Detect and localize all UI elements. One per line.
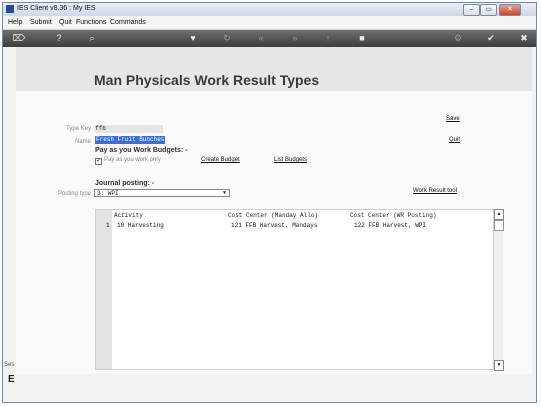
create-budget-link[interactable]: Create Budget bbox=[201, 157, 240, 163]
favorite-icon[interactable]: ♥ bbox=[186, 32, 200, 45]
window-title: IES Client v8.36 : My IES bbox=[17, 5, 96, 12]
journal-heading: Journal posting: - bbox=[95, 180, 155, 187]
menu-bar: Help Submit Quit Functions Commands bbox=[3, 17, 536, 30]
scroll-thumb[interactable] bbox=[494, 220, 504, 231]
grid-scrollbar[interactable]: ▲ ▼ bbox=[494, 209, 504, 371]
scroll-down-icon[interactable]: ▼ bbox=[494, 360, 504, 371]
close-window-button[interactable]: ✕ bbox=[499, 4, 521, 16]
upload-icon[interactable]: ↑ bbox=[321, 32, 335, 45]
activity-grid: Activity Cost Center (Manday Allo) Cost … bbox=[95, 209, 494, 370]
scroll-up-icon[interactable]: ▲ bbox=[494, 209, 504, 220]
title-bar: IES Client v8.36 : My IES – ▭ ✕ bbox=[3, 3, 536, 16]
budgets-heading: Pay as you Work Budgets: - bbox=[95, 147, 188, 154]
name-field[interactable]: Fresh Fruit Bunches bbox=[95, 136, 166, 144]
menu-submit[interactable]: Submit bbox=[30, 19, 52, 26]
name-label: Name bbox=[74, 139, 91, 145]
key-icon[interactable]: ⌦ bbox=[9, 32, 29, 45]
posting-type-value: 3: WPI bbox=[97, 190, 119, 197]
quit-link[interactable]: Quit bbox=[449, 137, 460, 143]
menu-help[interactable]: Help bbox=[8, 19, 22, 26]
column-header-cc-manday[interactable]: Cost Center (Manday Allo) bbox=[228, 212, 318, 219]
cell-cc-wr[interactable]: 122 FFB Harvest, WPI bbox=[354, 222, 426, 229]
save-link[interactable]: Save bbox=[446, 116, 460, 122]
type-key-label: Type Key bbox=[65, 126, 91, 132]
forward-icon[interactable]: » bbox=[288, 32, 302, 45]
toolbar-close-icon[interactable]: ✖ bbox=[517, 32, 531, 45]
cell-cc-manday[interactable]: 121 FFB Harvest, Mandays bbox=[231, 222, 317, 229]
posting-type-label: Posting type bbox=[57, 191, 91, 197]
row-number: 1 bbox=[106, 222, 110, 229]
pay-as-you-work-label: Pay as you work only bbox=[104, 157, 161, 163]
chevron-down-icon[interactable]: ▼ bbox=[221, 190, 228, 196]
side-strip-letter: E bbox=[8, 374, 15, 385]
type-key-field[interactable]: ffb bbox=[95, 125, 163, 133]
rewind-icon[interactable]: « bbox=[254, 32, 268, 45]
page-title: Man Physicals Work Result Types bbox=[94, 72, 320, 88]
side-strip-label: Ses bbox=[4, 362, 15, 368]
menu-functions[interactable]: Functions bbox=[76, 19, 106, 26]
search-icon[interactable]: ⌕ bbox=[85, 32, 99, 45]
minimize-button[interactable]: – bbox=[463, 4, 480, 16]
toolbar: ⌦ ? ⌕ ♥ ↻ « » ↑ ■ ⚙ ✔ ✖ bbox=[3, 30, 536, 47]
row-number-column bbox=[96, 210, 112, 369]
menu-commands[interactable]: Commands bbox=[110, 19, 146, 26]
settings-icon[interactable]: ⚙ bbox=[451, 32, 465, 45]
work-result-tool-link[interactable]: Work Result tool bbox=[413, 188, 457, 194]
help-icon[interactable]: ? bbox=[52, 32, 66, 45]
cell-activity[interactable]: 10 Harvesting bbox=[117, 222, 164, 229]
column-header-cc-wr[interactable]: Cost Center (WR Posting) bbox=[350, 212, 436, 219]
app-icon bbox=[6, 5, 14, 13]
stop-icon[interactable]: ■ bbox=[355, 32, 369, 45]
menu-quit[interactable]: Quit bbox=[59, 19, 72, 26]
refresh-icon[interactable]: ↻ bbox=[220, 32, 234, 45]
maximize-button[interactable]: ▭ bbox=[480, 4, 497, 16]
column-header-activity[interactable]: Activity bbox=[114, 212, 143, 219]
confirm-icon[interactable]: ✔ bbox=[484, 32, 498, 45]
pay-as-you-work-checkbox[interactable]: ✔ bbox=[95, 158, 102, 165]
list-budgets-link[interactable]: List Budgets bbox=[274, 157, 307, 163]
posting-type-select[interactable]: 3: WPI ▼ bbox=[94, 189, 230, 197]
